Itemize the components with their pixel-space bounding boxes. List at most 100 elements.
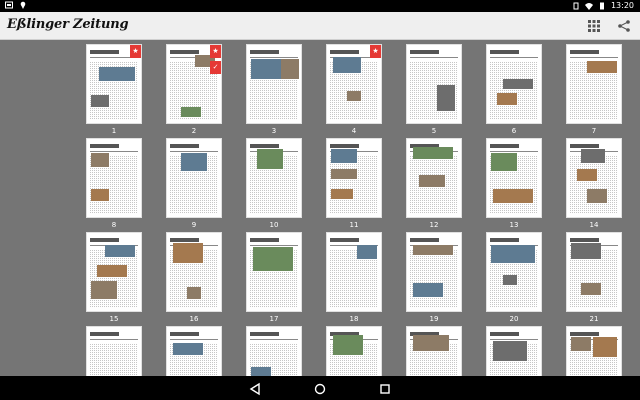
page-thumbnail-image[interactable]: [406, 44, 462, 124]
page-thumbnail[interactable]: [326, 326, 382, 376]
page-thumbnail[interactable]: [406, 326, 462, 376]
grid-view-icon[interactable]: [586, 18, 602, 34]
recents-icon[interactable]: [378, 381, 392, 395]
page-thumbnail-grid: ★1★✓23★456789101112131415161718192021222…: [0, 41, 640, 376]
page-thumbnail[interactable]: 16: [166, 232, 222, 323]
page-photo: [173, 243, 203, 263]
page-thumbnail[interactable]: [486, 326, 542, 376]
page-thumbnail[interactable]: [566, 326, 622, 376]
page-photo: [571, 243, 601, 259]
page-thumbnail[interactable]: 11: [326, 138, 382, 229]
checkmark-icon[interactable]: ✓: [210, 61, 221, 74]
page-masthead: [90, 142, 138, 152]
page-number: 18: [349, 315, 359, 323]
page-thumbnail[interactable]: 19: [406, 232, 462, 323]
page-number: 15: [109, 315, 119, 323]
page-thumbnail[interactable]: 17: [246, 232, 302, 323]
page-text-columns: [90, 343, 138, 376]
page-thumbnail-image[interactable]: [86, 138, 142, 218]
page-photo: [571, 337, 591, 351]
page-photo: [419, 175, 445, 187]
page-photo: [333, 57, 361, 73]
page-photo: [491, 245, 535, 263]
page-thumbnail-image[interactable]: [566, 232, 622, 312]
page-photo: [91, 95, 109, 107]
page-masthead: [570, 48, 618, 58]
page-number: 17: [269, 315, 279, 323]
page-thumbnail[interactable]: 5: [406, 44, 462, 135]
page-thumbnail-image[interactable]: ★ ✓: [166, 44, 222, 124]
page-photo: [581, 283, 601, 295]
page-photo: [331, 189, 353, 199]
page-thumbnail-image[interactable]: [406, 138, 462, 218]
page-thumbnail[interactable]: 23: [166, 326, 222, 376]
page-thumbnail[interactable]: 3: [246, 44, 302, 135]
back-icon[interactable]: [248, 381, 262, 396]
page-number: 1: [111, 127, 117, 135]
page-thumbnail[interactable]: 13: [486, 138, 542, 229]
page-text-columns: [490, 61, 538, 119]
page-thumbnail[interactable]: 20: [486, 232, 542, 323]
page-photo: [251, 367, 271, 376]
page-number: 13: [509, 221, 519, 229]
page-thumbnail[interactable]: ★ ✓ 2: [166, 44, 222, 135]
page-thumbnail-image[interactable]: [246, 232, 302, 312]
page-number: 6: [511, 127, 517, 135]
page-thumbnail-image[interactable]: [566, 138, 622, 218]
page-photo: [413, 283, 443, 297]
page-photo: [257, 149, 283, 169]
page-thumbnail[interactable]: 15: [86, 232, 142, 323]
page-photo: [99, 67, 135, 81]
page-photo: [413, 245, 453, 255]
page-thumbnail[interactable]: 10: [246, 138, 302, 229]
page-masthead: [90, 330, 138, 340]
bookmark-icon[interactable]: ★: [210, 45, 221, 58]
page-thumbnail[interactable]: 21: [566, 232, 622, 323]
page-thumbnail-image[interactable]: [246, 138, 302, 218]
page-thumbnail[interactable]: 22: [86, 326, 142, 376]
bookmark-icon[interactable]: ★: [130, 45, 141, 58]
share-icon[interactable]: [616, 18, 632, 34]
page-thumbnail[interactable]: ★ 4: [326, 44, 382, 135]
page-thumbnail[interactable]: 14: [566, 138, 622, 229]
page-thumbnail-image[interactable]: ★: [326, 44, 382, 124]
page-thumbnail[interactable]: 9: [166, 138, 222, 229]
page-thumbnail-image[interactable]: [326, 232, 382, 312]
page-thumbnail-image[interactable]: [326, 326, 382, 376]
page-thumbnail[interactable]: 7: [566, 44, 622, 135]
page-thumbnail-image[interactable]: [246, 326, 302, 376]
page-thumbnail-image[interactable]: [486, 326, 542, 376]
bookmark-icon[interactable]: ★: [370, 45, 381, 58]
page-thumbnail-image[interactable]: [406, 326, 462, 376]
page-number: 12: [429, 221, 439, 229]
page-thumbnail[interactable]: ★ 1: [86, 44, 142, 135]
page-masthead: [490, 142, 538, 152]
page-thumbnail-image[interactable]: [86, 326, 142, 376]
page-thumbnail-image[interactable]: [166, 138, 222, 218]
page-thumbnail-image[interactable]: [486, 138, 542, 218]
page-thumbnail-image[interactable]: [246, 44, 302, 124]
page-text-columns: [570, 155, 618, 213]
page-thumbnail-image[interactable]: [86, 232, 142, 312]
page-thumbnail[interactable]: [246, 326, 302, 376]
page-photo: [413, 147, 453, 159]
page-thumbnail[interactable]: 6: [486, 44, 542, 135]
page-number: 20: [509, 315, 519, 323]
page-thumbnail-image[interactable]: [166, 232, 222, 312]
home-icon[interactable]: [313, 381, 327, 395]
page-thumbnail-image[interactable]: [166, 326, 222, 376]
page-thumbnail-image[interactable]: [566, 44, 622, 124]
page-thumbnail-image[interactable]: ★: [86, 44, 142, 124]
page-thumbnail-image[interactable]: [486, 44, 542, 124]
page-thumbnail-image[interactable]: [326, 138, 382, 218]
page-photo: [173, 343, 203, 355]
page-thumbnail[interactable]: 18: [326, 232, 382, 323]
page-thumbnail-image[interactable]: [566, 326, 622, 376]
page-photo: [347, 91, 361, 101]
page-thumbnail[interactable]: 8: [86, 138, 142, 229]
page-thumbnail[interactable]: 12: [406, 138, 462, 229]
screenshot-icon: [5, 1, 13, 9]
page-thumbnail-image[interactable]: [406, 232, 462, 312]
page-thumbnail-image[interactable]: [486, 232, 542, 312]
page-number: 16: [189, 315, 199, 323]
